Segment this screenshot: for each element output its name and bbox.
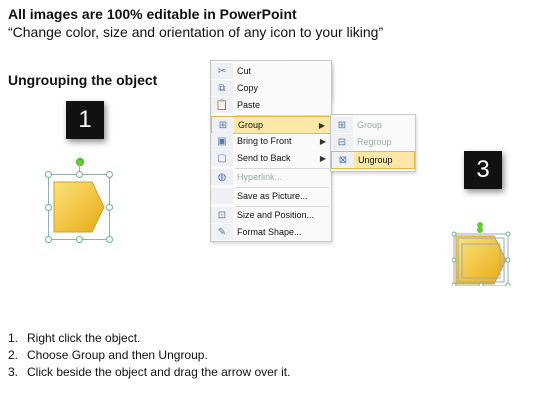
menu-item-label: Group	[357, 120, 383, 130]
paste-icon: 📋	[211, 97, 233, 113]
menu-item-group[interactable]: ⊞ Group ▶	[211, 116, 331, 134]
menu-item-bring-to-front[interactable]: ▣ Bring to Front ▶	[211, 133, 331, 149]
step-text: Choose Group and then Ungroup.	[27, 348, 208, 362]
group-submenu: ⊞ Group ⊟ Regroup ⊠ Ungroup	[330, 114, 416, 172]
menu-item-label: Copy	[237, 83, 259, 93]
submenu-item-group[interactable]: ⊞ Group	[331, 117, 415, 133]
menu-item-label: Regroup	[357, 137, 392, 147]
step-number: 2.	[8, 348, 19, 362]
page-title: All images are 100% editable in PowerPoi…	[8, 6, 297, 22]
arrow-shape-icon	[53, 181, 105, 233]
instructions-list: 1. Right click the object. 2. Choose Gro…	[8, 330, 290, 381]
menu-item-label: Format Shape...	[237, 227, 302, 237]
list-item: 3. Click beside the object and drag the …	[8, 364, 290, 381]
menu-item-label: Size and Position...	[237, 210, 315, 220]
resize-handle-se[interactable]	[106, 236, 113, 243]
resize-handle-w[interactable]	[45, 204, 52, 211]
selected-arrow-object[interactable]	[45, 158, 113, 243]
section-title: Ungrouping the object	[8, 72, 158, 88]
menu-item-send-to-back[interactable]: ▢ Send to Back ▶	[211, 150, 331, 166]
resize-handle-n[interactable]	[76, 171, 83, 178]
menu-item-label: Bring to Front	[237, 136, 292, 146]
resize-handle-s[interactable]	[76, 236, 83, 243]
chevron-right-icon: ▶	[319, 136, 326, 146]
menu-item-cut[interactable]: ✂ Cut	[211, 63, 331, 79]
step-text: Click beside the object and drag the arr…	[27, 365, 291, 379]
format-shape-icon: ✎	[211, 224, 233, 240]
menu-item-label: Save as Picture...	[237, 191, 308, 201]
submenu-item-regroup[interactable]: ⊟ Regroup	[331, 134, 415, 150]
menu-item-size-and-position[interactable]: ⊡ Size and Position...	[211, 207, 331, 223]
menu-item-save-as-picture[interactable]: Save as Picture...	[211, 188, 331, 204]
menu-item-label: Send to Back	[237, 153, 291, 163]
list-item: 2. Choose Group and then Ungroup.	[8, 347, 290, 364]
regroup-icon: ⊟	[331, 134, 353, 150]
hyperlink-icon: ◍	[211, 169, 233, 185]
menu-item-label: Ungroup	[358, 155, 393, 165]
size-position-icon: ⊡	[211, 207, 233, 223]
blank-icon	[211, 188, 233, 204]
group-icon: ⊞	[331, 117, 353, 133]
menu-item-label: Paste	[237, 100, 261, 110]
step-number: 3.	[8, 365, 19, 379]
menu-item-hyperlink[interactable]: ◍ Hyperlink...	[211, 169, 331, 185]
chevron-right-icon: ▶	[318, 120, 325, 130]
ungroup-icon: ⊠	[332, 152, 354, 168]
menu-item-label: Group	[238, 120, 264, 130]
scissors-icon: ✂	[211, 63, 233, 79]
step-text: Right click the object.	[27, 331, 141, 345]
context-menu: ✂ Cut ⧉ Copy 📋 Paste ⊞ Group ▶ ▣ Bring t…	[210, 60, 332, 242]
ungrouped-shapes-icon	[452, 222, 511, 286]
copy-icon: ⧉	[211, 80, 233, 96]
menu-item-label: Hyperlink...	[237, 172, 283, 182]
bring-to-front-icon: ▣	[211, 133, 233, 149]
resize-handle-e[interactable]	[106, 204, 113, 211]
menu-item-label: Cut	[237, 66, 252, 76]
step-number: 1.	[8, 331, 19, 345]
list-item: 1. Right click the object.	[8, 330, 290, 347]
page-subtitle: “Change color, size and orientation of a…	[8, 24, 384, 40]
group-icon: ⊞	[212, 117, 234, 133]
menu-item-copy[interactable]: ⧉ Copy	[211, 80, 331, 96]
ungrouped-arrow-object[interactable]	[452, 222, 516, 286]
resize-handle-nw[interactable]	[45, 171, 52, 178]
rotation-handle[interactable]	[76, 158, 84, 166]
step-1-badge: 1	[66, 101, 104, 139]
submenu-item-ungroup[interactable]: ⊠ Ungroup	[331, 151, 415, 169]
resize-handle-sw[interactable]	[45, 236, 52, 243]
step-3-badge: 3	[464, 151, 502, 189]
resize-handle-ne[interactable]	[106, 171, 113, 178]
menu-item-format-shape[interactable]: ✎ Format Shape...	[211, 224, 331, 240]
chevron-right-icon: ▶	[319, 153, 326, 163]
menu-item-paste[interactable]: 📋 Paste	[211, 97, 331, 113]
send-to-back-icon: ▢	[211, 150, 233, 166]
